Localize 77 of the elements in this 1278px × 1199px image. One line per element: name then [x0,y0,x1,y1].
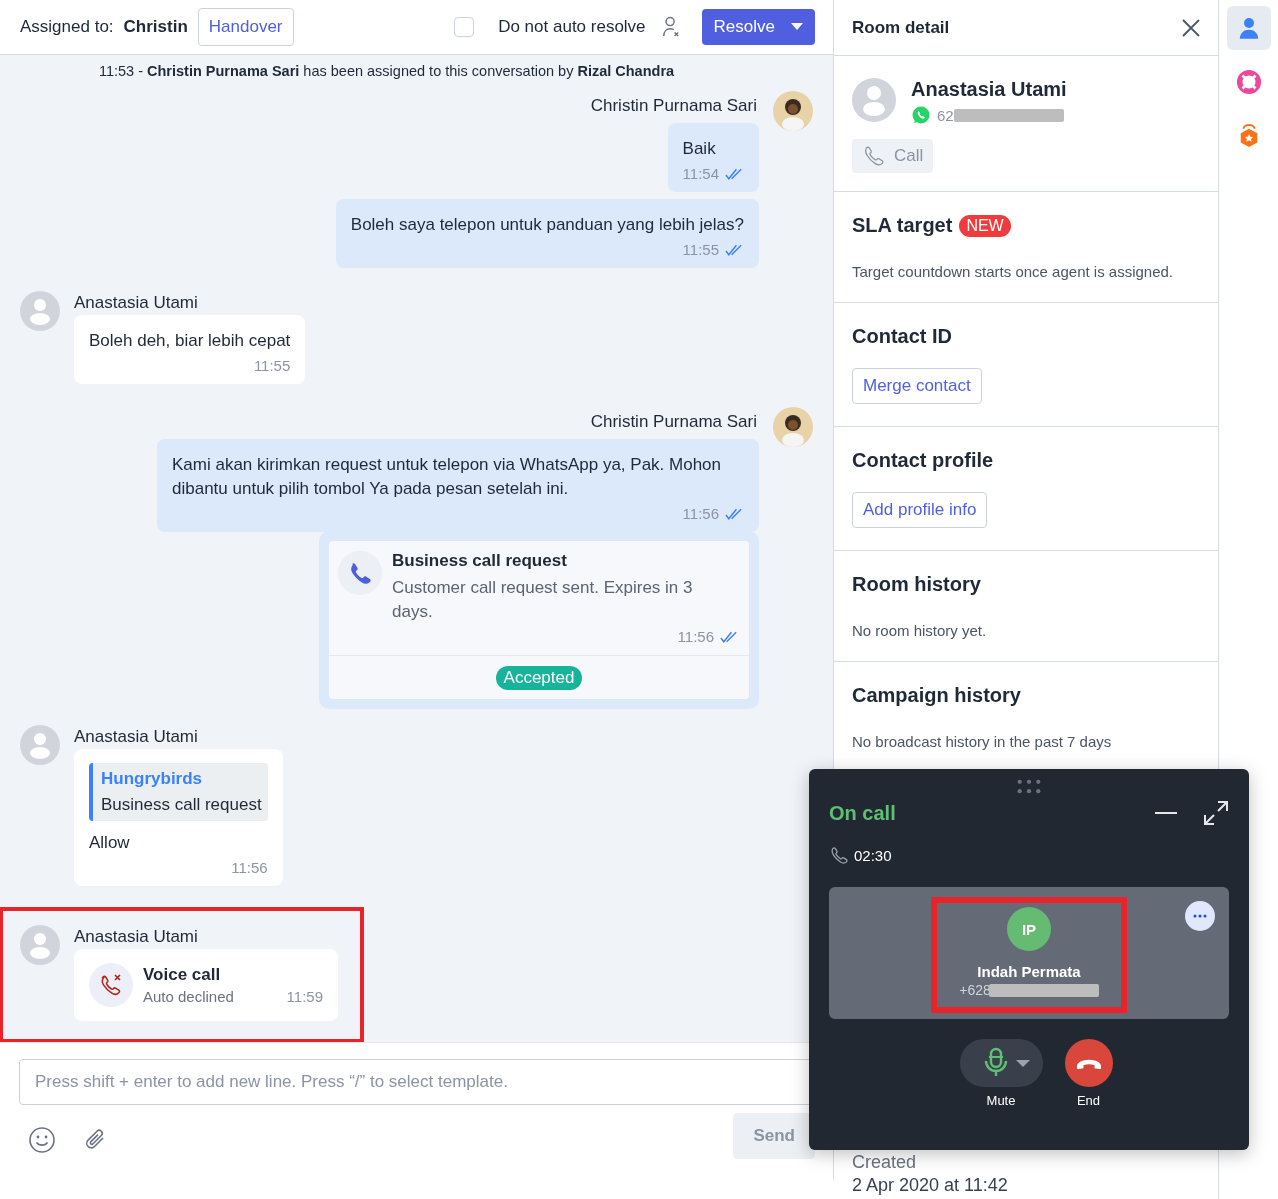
minimize-icon[interactable] [1155,811,1177,815]
section-title: Contact ID [852,325,952,348]
avatar [20,725,60,765]
auto-resolve-checkbox[interactable] [454,17,475,37]
avatar [852,78,896,122]
participant-name: Indah Permata [977,963,1081,980]
call-status: On call [829,801,896,825]
message-time: 11:56 [682,505,719,522]
message-text: Boleh deh, biar lebih cepat [89,330,291,352]
sender-name: Anastasia Utami [74,293,198,313]
expand-icon[interactable] [1203,800,1229,826]
avatar [773,407,813,447]
avatar [20,925,60,965]
section-title: SLA target [852,214,953,237]
end-call-button[interactable] [1064,1039,1113,1087]
phone-icon [829,846,848,865]
quote-text: Business call request [101,795,262,815]
message-time: 11:55 [253,357,291,374]
mute-button[interactable] [959,1039,1043,1087]
section-button[interactable]: Add profile info [852,492,988,528]
quote-author: Hungrybirds [101,769,204,789]
section-text: No room history yet. [852,622,987,639]
message-text: Kami akan kirimkan request untuk telepon via WhatsApp ya, Pak. Mohon dibantu untuk pilih tombol Ya pada pesan setelah ini. [172,454,722,500]
created-date: 2 Apr 2020 at 11:42 [852,1174,1009,1197]
message-text: Allow [89,832,131,854]
sender-name: Anastasia Utami [74,727,198,747]
new-badge: NEW [959,214,1011,237]
end-label: End [1076,1093,1101,1108]
lifebuoy-icon [1235,69,1262,95]
request-title: Business call request [392,551,568,571]
mute-label: Mute [986,1093,1016,1108]
section-button[interactable]: Merge contact [852,368,982,404]
caret-icon[interactable] [791,23,803,31]
message-time: 11:55 [682,241,719,258]
sender-name: Anastasia Utami [74,927,198,947]
auto-resolve-label: Do not auto resolve [498,17,646,37]
phone-icon [338,551,382,595]
status-badge: Accepted [495,666,583,690]
message-time: 11:54 [682,165,719,182]
close-icon[interactable] [1181,17,1201,38]
panel-title: Room detail [852,17,950,38]
handover-button[interactable]: Handover [197,8,294,46]
assignee-name: Christin [123,17,188,37]
section-title: Contact profile [852,449,994,472]
phone-number: 62 [937,106,954,124]
person-icon [1238,16,1259,40]
call-status-text: Auto declined [143,988,234,1005]
contact-name: Anastasia Utami [911,78,1067,101]
section-title: Room history [852,573,981,596]
section-title: Campaign history [852,684,1021,707]
message-text: Baik [682,138,717,160]
assigned-label: Assigned to: [20,17,114,37]
sender-name: Christin Purnama Sari [590,412,757,432]
message-time: 11:56 [677,628,714,645]
resolve-button[interactable]: Resolve [701,9,815,45]
section-text: No broadcast history in the past 7 days [852,733,1112,750]
phone-icon [862,145,884,167]
rail-tab[interactable] [1226,6,1271,50]
call-duration: 02:30 [854,847,892,864]
person-icon[interactable] [661,16,680,38]
declined-call-icon [89,963,133,1007]
request-text: Customer call request sent. Expires in 3 days. [392,577,694,623]
avatar [20,291,60,331]
drag-handle-icon[interactable] [1016,779,1042,794]
avatar [773,91,813,131]
sender-name: Christin Purnama Sari [590,96,757,116]
more-icon[interactable] [1185,901,1215,931]
emoji-icon[interactable] [28,1126,56,1154]
call-title: Voice call [143,965,222,985]
system-message: 11:53 - Christin Purnama Sari has been assigned to this conversation by Rizal Chandra [97,63,676,81]
message-text: Boleh saya telepon untuk panduan yang lebih jelas? [350,214,744,236]
message-time: 11:59 [286,988,323,1005]
whatsapp-icon [911,105,931,125]
created-label: Created [852,1151,918,1173]
participant-avatar: IP [1007,907,1051,951]
message-time: 11:56 [231,859,268,876]
section-text: Target countdown starts once agent is assigned. [852,263,1174,280]
